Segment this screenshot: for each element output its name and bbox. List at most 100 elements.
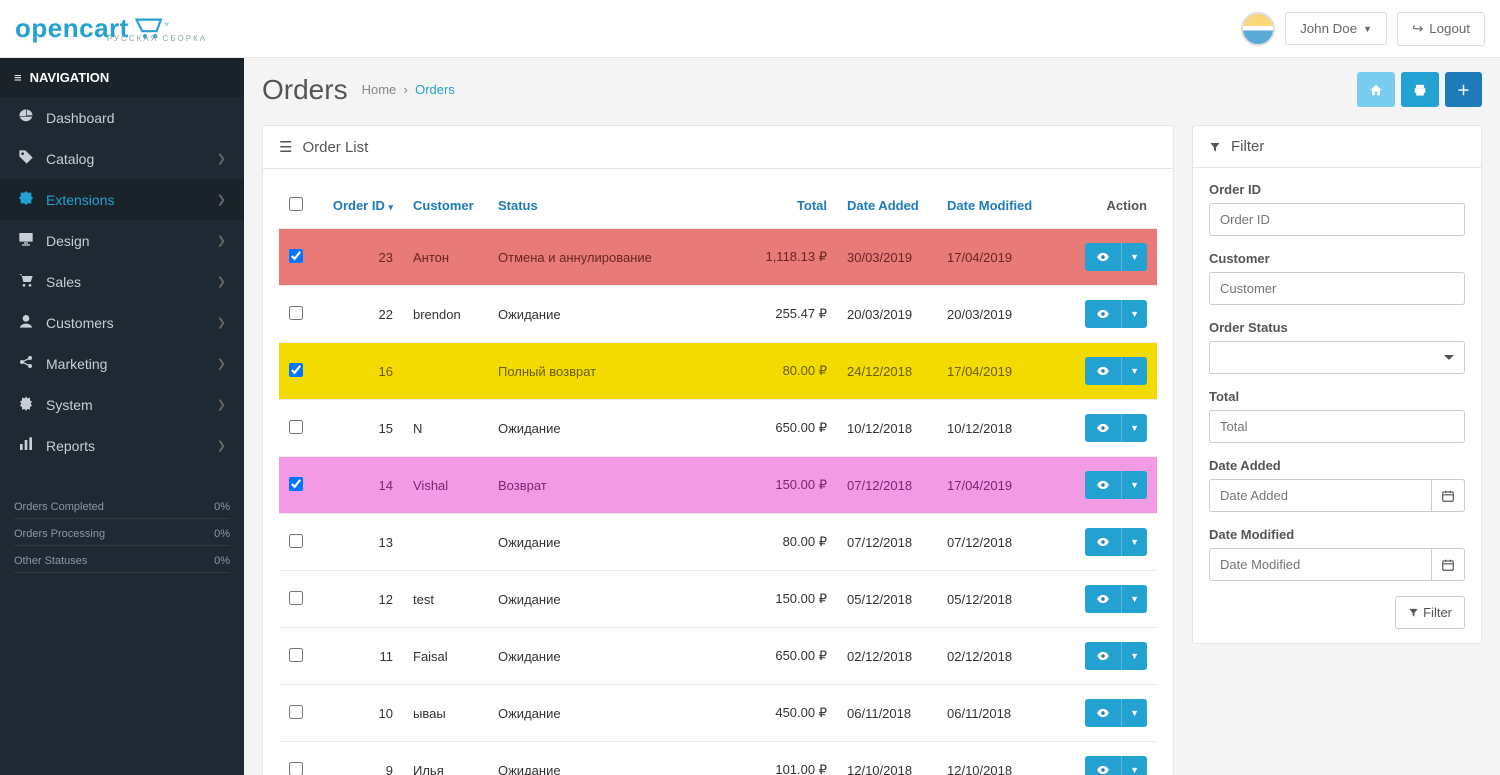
sidebar-item-customers[interactable]: Customers❯	[0, 302, 244, 343]
row-menu-button[interactable]: ▼	[1121, 585, 1147, 613]
view-button[interactable]	[1085, 243, 1121, 271]
row-checkbox[interactable]	[289, 477, 303, 491]
stat-row: Other Statuses0%	[14, 546, 230, 573]
cell-total: 450.00 ₽	[747, 685, 837, 742]
filter-date-modified-label: Date Modified	[1209, 527, 1465, 542]
breadcrumb-current[interactable]: Orders	[415, 82, 455, 97]
sidebar-item-dashboard[interactable]: Dashboard	[0, 97, 244, 138]
view-button[interactable]	[1085, 528, 1121, 556]
row-menu-button[interactable]: ▼	[1121, 300, 1147, 328]
filter-button[interactable]: Filter	[1395, 596, 1465, 629]
cell-status: Ожидание	[488, 514, 747, 571]
sidebar-item-sales[interactable]: Sales❯	[0, 261, 244, 302]
eye-icon	[1096, 478, 1110, 492]
filter-status-select[interactable]	[1209, 341, 1465, 374]
select-all-checkbox[interactable]	[289, 197, 303, 211]
row-actions: ▼	[1085, 528, 1147, 556]
view-button[interactable]	[1085, 414, 1121, 442]
col-total[interactable]: Total	[797, 198, 827, 213]
stat-label: Orders Processing	[14, 528, 105, 540]
add-button[interactable]: ＋	[1445, 72, 1482, 107]
sidebar-item-extensions[interactable]: Extensions❯	[0, 179, 244, 220]
date-modified-picker-button[interactable]	[1432, 548, 1465, 581]
cell-customer: Vishal	[403, 457, 488, 514]
row-checkbox[interactable]	[289, 591, 303, 605]
view-button[interactable]	[1085, 471, 1121, 499]
breadcrumb-home[interactable]: Home	[362, 82, 397, 97]
row-menu-button[interactable]: ▼	[1121, 243, 1147, 271]
row-actions: ▼	[1085, 699, 1147, 727]
col-customer[interactable]: Customer	[413, 198, 474, 213]
row-menu-button[interactable]: ▼	[1121, 756, 1147, 775]
row-checkbox[interactable]	[289, 249, 303, 263]
col-date-added[interactable]: Date Added	[847, 198, 919, 213]
orders-table: Order ID ▾ Customer Status Total Date Ad…	[279, 183, 1157, 775]
sidebar-item-system[interactable]: System❯	[0, 384, 244, 425]
row-actions: ▼	[1085, 642, 1147, 670]
sidebar-item-reports[interactable]: Reports❯	[0, 425, 244, 466]
view-button[interactable]	[1085, 585, 1121, 613]
date-added-picker-button[interactable]	[1432, 479, 1465, 512]
row-menu-button[interactable]: ▼	[1121, 642, 1147, 670]
order-list-panel: ☰ Order List Order ID ▾ Customer Status …	[262, 125, 1174, 775]
cell-order-id: 23	[313, 229, 403, 286]
filter-order-id-input[interactable]	[1209, 203, 1465, 236]
row-checkbox[interactable]	[289, 306, 303, 320]
row-menu-button[interactable]: ▼	[1121, 528, 1147, 556]
sidebar-item-design[interactable]: Design❯	[0, 220, 244, 261]
cell-total: 650.00 ₽	[747, 400, 837, 457]
filter-icon	[1408, 607, 1419, 618]
cell-customer: Илья	[403, 742, 488, 775]
sidebar-item-catalog[interactable]: Catalog❯	[0, 138, 244, 179]
view-button[interactable]	[1085, 300, 1121, 328]
stat-value: 0%	[214, 501, 230, 513]
filter-date-added-input[interactable]	[1209, 479, 1432, 512]
cell-order-id: 10	[313, 685, 403, 742]
cell-status: Ожидание	[488, 400, 747, 457]
row-checkbox[interactable]	[289, 420, 303, 434]
dashboard-icon	[18, 108, 34, 127]
row-checkbox[interactable]	[289, 534, 303, 548]
sidebar-item-marketing[interactable]: Marketing❯	[0, 343, 244, 384]
logout-icon: ↪	[1412, 21, 1423, 37]
row-menu-button[interactable]: ▼	[1121, 699, 1147, 727]
logout-label: Logout	[1429, 21, 1470, 36]
sidebar-item-label: System	[46, 397, 93, 413]
filter-date-modified-input[interactable]	[1209, 548, 1432, 581]
avatar[interactable]	[1241, 12, 1275, 46]
row-actions: ▼	[1085, 756, 1147, 775]
col-status[interactable]: Status	[498, 198, 538, 213]
home-button[interactable]	[1357, 72, 1395, 107]
row-menu-button[interactable]: ▼	[1121, 471, 1147, 499]
filter-customer-input[interactable]	[1209, 272, 1465, 305]
view-button[interactable]	[1085, 756, 1121, 775]
print-button[interactable]	[1401, 72, 1439, 107]
cell-total: 255.47 ₽	[747, 286, 837, 343]
row-menu-button[interactable]: ▼	[1121, 414, 1147, 442]
row-checkbox[interactable]	[289, 705, 303, 719]
sidebar-item-label: Catalog	[46, 151, 94, 167]
row-checkbox[interactable]	[289, 648, 303, 662]
row-menu-button[interactable]: ▼	[1121, 357, 1147, 385]
cell-total: 80.00 ₽	[747, 343, 837, 400]
col-date-modified[interactable]: Date Modified	[947, 198, 1032, 213]
table-row: 22brendonОжидание255.47 ₽20/03/201920/03…	[279, 286, 1157, 343]
cell-status: Отмена и аннулирование	[488, 229, 747, 286]
logout-button[interactable]: ↪ Logout	[1397, 12, 1485, 46]
view-button[interactable]	[1085, 357, 1121, 385]
cell-date-modified: 02/12/2018	[937, 628, 1057, 685]
row-checkbox[interactable]	[289, 762, 303, 775]
view-button[interactable]	[1085, 699, 1121, 727]
col-order-id[interactable]: Order ID ▾	[333, 198, 393, 213]
caret-down-icon: ▼	[1130, 309, 1139, 319]
cell-date-modified: 17/04/2019	[937, 343, 1057, 400]
user-menu-button[interactable]: John Doe ▼	[1285, 12, 1387, 45]
view-button[interactable]	[1085, 642, 1121, 670]
filter-total-input[interactable]	[1209, 410, 1465, 443]
table-row: 10ываыОжидание450.00 ₽06/11/201806/11/20…	[279, 685, 1157, 742]
row-checkbox[interactable]	[289, 363, 303, 377]
cell-status: Возврат	[488, 457, 747, 514]
page-header: Orders Home › Orders ＋	[262, 58, 1482, 125]
cell-total: 80.00 ₽	[747, 514, 837, 571]
print-icon	[1413, 83, 1427, 97]
